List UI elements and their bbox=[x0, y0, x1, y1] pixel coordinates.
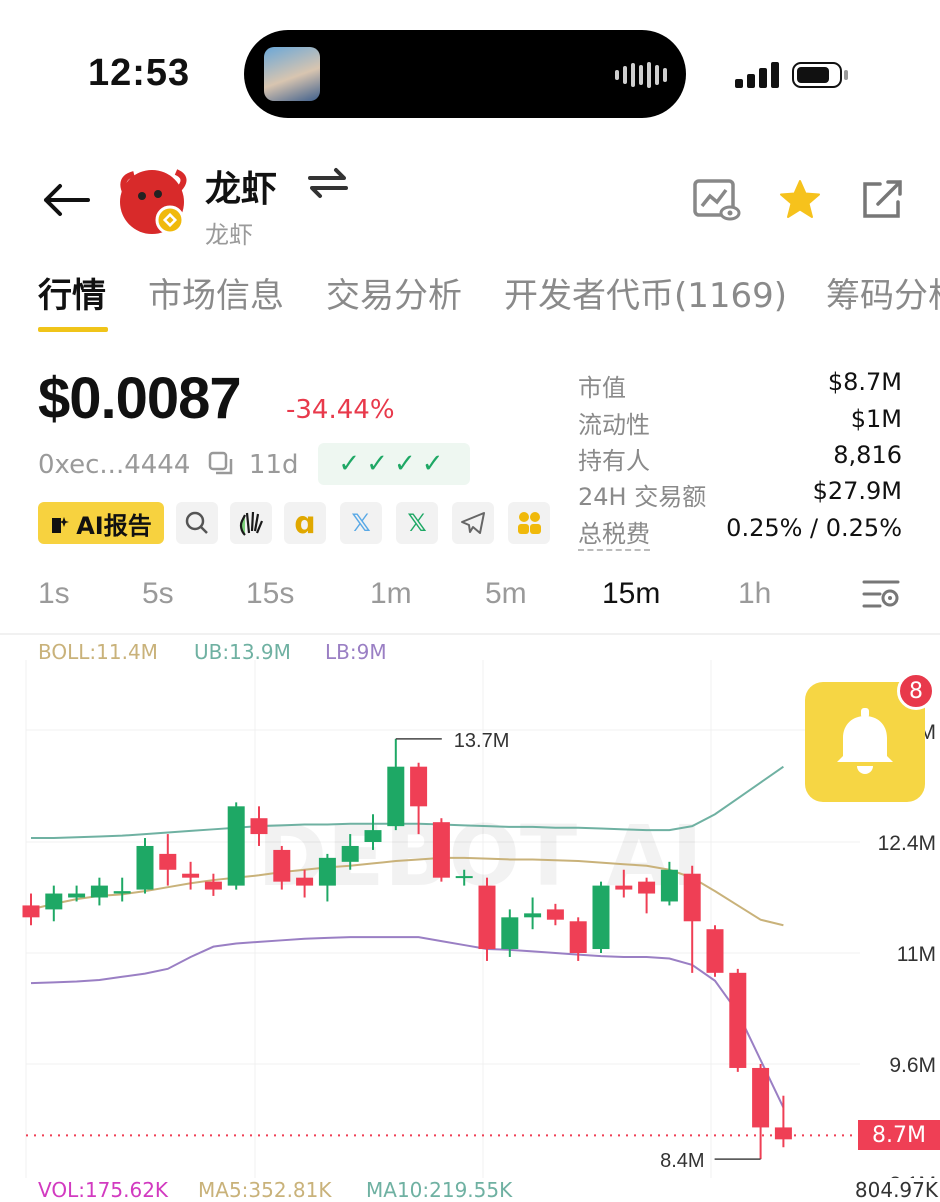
search-icon[interactable] bbox=[176, 502, 218, 544]
candle-body bbox=[410, 766, 428, 807]
stat-label-mcap: 市值 bbox=[578, 374, 626, 402]
notification-count-badge: 8 bbox=[897, 672, 935, 710]
x-twitter-icon[interactable]: 𝕏 bbox=[396, 502, 438, 544]
candle-body bbox=[455, 876, 473, 879]
x-twitter-search-icon[interactable]: 𝕏 bbox=[340, 502, 382, 544]
audio-waveform-icon bbox=[615, 60, 675, 90]
price-change: -34.44% bbox=[286, 395, 395, 425]
candle-body bbox=[524, 913, 542, 918]
stat-value-liquidity: $1M bbox=[850, 405, 902, 433]
ai-book-icon bbox=[50, 513, 70, 533]
now-playing-artwork[interactable] bbox=[264, 47, 320, 101]
candle-body bbox=[273, 849, 291, 882]
interval-15m[interactable]: 15m bbox=[602, 577, 660, 611]
tab-holder-distribution[interactable]: 筹码分析 bbox=[826, 268, 940, 317]
candle-body bbox=[341, 845, 359, 862]
copy-icon[interactable] bbox=[207, 451, 235, 477]
community-icon[interactable] bbox=[508, 502, 550, 544]
candle-body bbox=[660, 869, 678, 902]
candle-body bbox=[501, 917, 519, 950]
favorite-star-icon[interactable] bbox=[778, 178, 822, 222]
candle-body bbox=[113, 891, 131, 894]
y-axis-label: 11M bbox=[897, 943, 936, 966]
stat-value-holders: 8,816 bbox=[833, 441, 902, 469]
token-age: 11d bbox=[248, 450, 299, 480]
candle-body bbox=[615, 885, 633, 890]
contract-address: 0xec...4444 11d bbox=[38, 450, 299, 480]
ma5-indicator: MA5:352.81K bbox=[198, 1178, 332, 1202]
token-logo bbox=[116, 164, 192, 240]
candle-body bbox=[683, 873, 701, 922]
candle-body bbox=[387, 766, 405, 827]
candle-body bbox=[592, 885, 610, 950]
status-time: 12:53 bbox=[88, 52, 191, 94]
back-arrow-icon[interactable] bbox=[38, 178, 92, 222]
signal-strength-icon bbox=[735, 62, 779, 88]
candle-body bbox=[706, 929, 724, 973]
tab-dev-tokens[interactable]: 开发者代币(1169) bbox=[504, 268, 787, 317]
token-symbol: 龙虾 bbox=[205, 221, 253, 249]
ai-report-button[interactable]: AI报告 bbox=[38, 502, 164, 544]
candle-body bbox=[752, 1067, 770, 1128]
active-tab-indicator bbox=[38, 327, 108, 332]
candle-body bbox=[90, 885, 108, 898]
chart-settings-icon[interactable] bbox=[858, 578, 904, 612]
volume-axis-label: 804.97K bbox=[854, 1178, 938, 1202]
stat-label-tax[interactable]: 总税费 bbox=[578, 514, 650, 551]
y-axis-label: 9.6M bbox=[889, 1054, 936, 1077]
candle-body bbox=[364, 830, 382, 842]
token-price: $0.0087 bbox=[38, 366, 242, 431]
security-checks-badge[interactable]: ✓✓✓✓ bbox=[318, 443, 470, 485]
token-name: 龙虾 bbox=[205, 169, 278, 210]
stat-value-tax: 0.25% / 0.25% bbox=[726, 514, 902, 542]
stat-label-24h-volume: 24H 交易额 bbox=[578, 483, 707, 511]
interval-1s[interactable]: 1s bbox=[38, 577, 70, 611]
tab-trade-analysis[interactable]: 交易分析 bbox=[326, 268, 462, 317]
candle-body bbox=[68, 893, 86, 898]
candle-body bbox=[296, 877, 314, 886]
y-axis-label: 12.4M bbox=[878, 832, 936, 855]
volume-indicator: VOL:175.62K bbox=[38, 1178, 169, 1202]
interval-15s[interactable]: 15s bbox=[246, 577, 294, 611]
candle-body bbox=[182, 873, 200, 878]
low-price-label: 8.4M bbox=[660, 1150, 704, 1172]
candle-body bbox=[774, 1127, 792, 1140]
tab-market[interactable]: 行情 bbox=[38, 268, 106, 317]
candle-body bbox=[432, 822, 450, 878]
stat-value-24h-volume: $27.9M bbox=[812, 477, 902, 505]
interval-5m[interactable]: 5m bbox=[485, 577, 527, 611]
candle-body bbox=[45, 893, 63, 910]
candle-body bbox=[204, 881, 222, 890]
tab-market-info[interactable]: 市场信息 bbox=[148, 268, 284, 317]
candle-body bbox=[729, 972, 747, 1068]
stat-label-liquidity: 流动性 bbox=[578, 411, 650, 439]
ave-logo-icon[interactable]: ɑ bbox=[284, 502, 326, 544]
candle-body bbox=[250, 818, 268, 835]
candle-body bbox=[478, 885, 496, 950]
candle-body bbox=[638, 881, 656, 894]
share-icon[interactable] bbox=[860, 178, 906, 222]
candle-body bbox=[546, 909, 564, 920]
candle-body bbox=[318, 857, 336, 886]
candle-body bbox=[569, 921, 587, 953]
candle-body bbox=[159, 853, 177, 870]
candle-body bbox=[22, 905, 40, 918]
last-price-tag: 8.7M bbox=[858, 1120, 940, 1150]
interval-1h[interactable]: 1h bbox=[738, 577, 771, 611]
watch-chart-icon[interactable] bbox=[692, 178, 742, 222]
high-price-label: 13.7M bbox=[454, 730, 510, 752]
candle-body bbox=[136, 845, 154, 890]
swap-arrows-icon[interactable] bbox=[306, 166, 350, 200]
hand-wave-icon[interactable] bbox=[230, 502, 272, 544]
stat-value-mcap: $8.7M bbox=[827, 368, 902, 396]
ma10-indicator: MA10:219.55K bbox=[366, 1178, 513, 1202]
interval-5s[interactable]: 5s bbox=[142, 577, 174, 611]
candlestick-chart[interactable]: DEBOT AI13.7M8.4MM12.4M11M9.6M8.1M bbox=[0, 660, 940, 1178]
telegram-icon[interactable] bbox=[452, 502, 494, 544]
candle-body bbox=[227, 806, 245, 886]
lb-line bbox=[30, 936, 785, 1109]
interval-1m[interactable]: 1m bbox=[370, 577, 412, 611]
stat-label-holders: 持有人 bbox=[578, 447, 650, 475]
